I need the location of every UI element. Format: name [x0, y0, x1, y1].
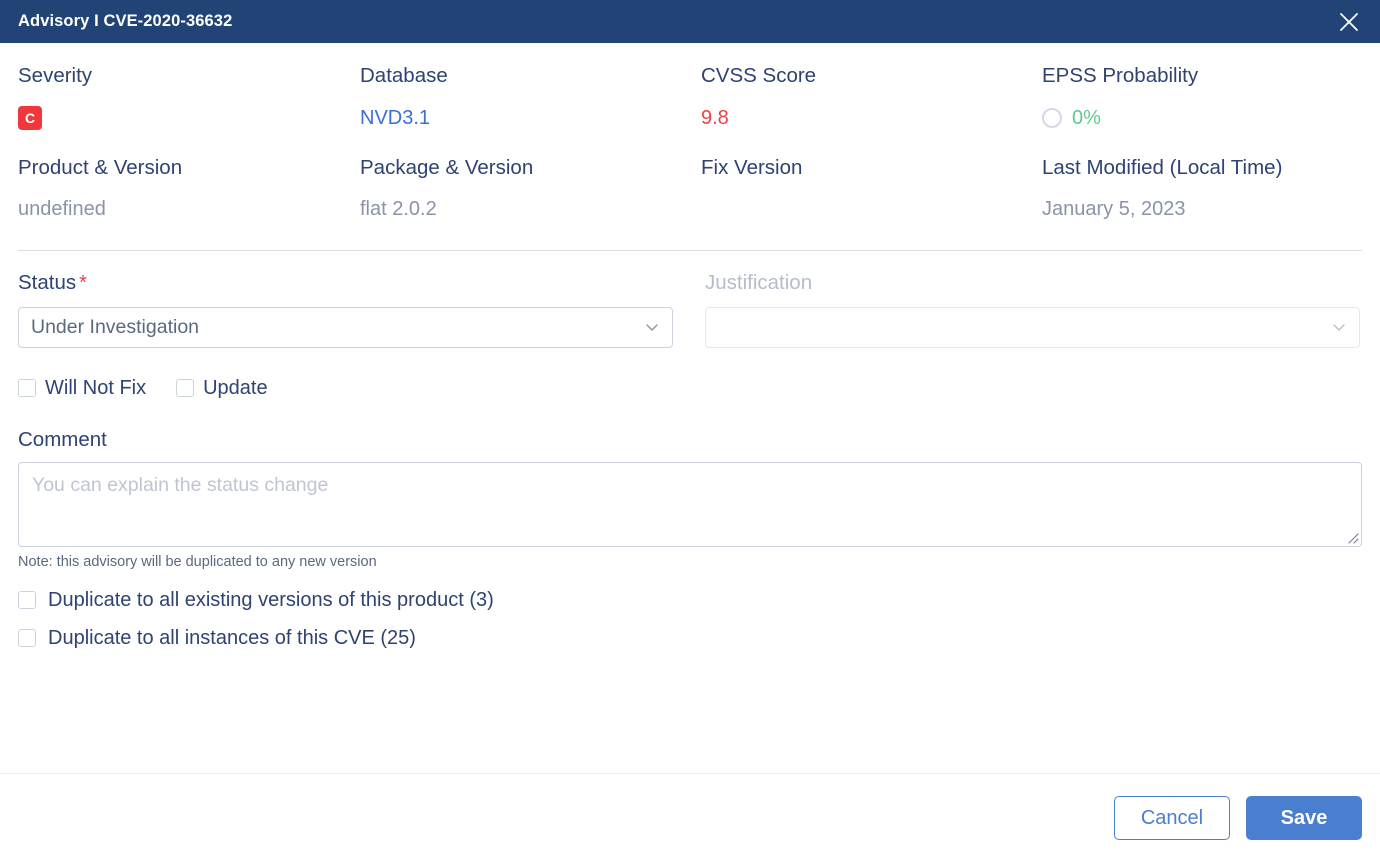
- cvss-score-label: CVSS Score: [701, 64, 817, 87]
- duplicate-versions-label: Duplicate to all existing versions of th…: [48, 589, 494, 612]
- severity-value: C: [18, 89, 360, 135]
- last-modified-value: January 5, 2023: [1042, 198, 1186, 221]
- duplicate-versions-checkbox[interactable]: Duplicate to all existing versions of th…: [18, 588, 1362, 612]
- package-version-label: Package & Version: [360, 155, 534, 179]
- checkbox-icon: [18, 591, 36, 610]
- cvss-score-value: 9.8: [701, 106, 729, 129]
- checkbox-icon: [176, 378, 195, 397]
- status-select-value: Under Investigation: [31, 317, 200, 338]
- dialog-title: Advisory I CVE-2020-36632: [18, 12, 233, 30]
- status-field-group: Status * Under Investigation: [18, 271, 673, 348]
- epss-probability-label: EPSS Probability: [1042, 64, 1199, 87]
- advisory-dialog: Advisory I CVE-2020-36632 Severity Datab…: [0, 0, 1380, 861]
- package-version-value: flat 2.0.2: [360, 198, 437, 221]
- advisory-info-grid: Severity Database CVSS Score EPSS Probab…: [18, 43, 1362, 226]
- justification-label: Justification: [705, 271, 813, 295]
- justification-field-group: Justification: [705, 271, 1360, 348]
- cancel-button[interactable]: Cancel: [1114, 795, 1230, 840]
- chevron-down-icon: [1331, 319, 1347, 335]
- duplication-note: Note: this advisory will be duplicated t…: [18, 554, 377, 571]
- will-not-fix-checkbox[interactable]: Will Not Fix: [18, 376, 146, 400]
- severity-label: Severity: [18, 64, 93, 87]
- checkbox-icon: [18, 378, 36, 397]
- status-label-text: Status: [18, 271, 77, 295]
- duplicate-cve-checkbox[interactable]: Duplicate to all instances of this CVE (…: [18, 626, 1362, 650]
- section-divider: [18, 250, 1362, 252]
- comment-label: Comment: [18, 427, 107, 451]
- checkbox-icon: [18, 629, 36, 648]
- update-label: Update: [203, 376, 268, 399]
- fix-version-label: Fix Version: [701, 155, 803, 179]
- justification-select[interactable]: [705, 306, 1360, 348]
- close-icon[interactable]: [1332, 5, 1366, 39]
- comment-block: Comment You can explain the status chang…: [18, 428, 1362, 572]
- save-button[interactable]: Save: [1246, 795, 1362, 840]
- progress-ring-icon: [1042, 107, 1062, 128]
- database-value[interactable]: NVD3.1: [360, 89, 701, 135]
- dialog-body: Severity Database CVSS Score EPSS Probab…: [0, 43, 1380, 773]
- status-justification-row: Status * Under Investigation Justificatio…: [18, 271, 1362, 348]
- severity-badge: C: [18, 106, 42, 131]
- update-checkbox[interactable]: Update: [176, 376, 268, 400]
- epss-percent-text: 0%: [1072, 106, 1101, 129]
- comment-textarea-wrapper: You can explain the status change: [18, 462, 1362, 548]
- product-version-label: Product & Version: [18, 155, 183, 179]
- epss-probability-value: 0%: [1042, 89, 1362, 135]
- fix-version-value: [701, 180, 1042, 226]
- status-select[interactable]: Under Investigation: [18, 306, 673, 348]
- will-not-fix-label: Will Not Fix: [45, 376, 147, 399]
- duplicate-cve-label: Duplicate to all instances of this CVE (…: [48, 627, 416, 650]
- status-label: Status *: [18, 271, 673, 296]
- dialog-header: Advisory I CVE-2020-36632: [0, 0, 1380, 43]
- resize-handle-icon[interactable]: [1345, 530, 1359, 544]
- required-marker: *: [79, 272, 87, 295]
- duplicate-options-list: Duplicate to all existing versions of th…: [18, 588, 1362, 650]
- comment-input[interactable]: [19, 463, 1361, 547]
- last-modified-label: Last Modified (Local Time): [1042, 155, 1283, 179]
- flag-checkbox-row: Will Not Fix Update: [18, 376, 1362, 400]
- chevron-down-icon: [644, 319, 660, 335]
- database-label: Database: [360, 64, 448, 87]
- dialog-footer: Cancel Save: [0, 774, 1380, 861]
- product-version-value: undefined: [18, 198, 106, 221]
